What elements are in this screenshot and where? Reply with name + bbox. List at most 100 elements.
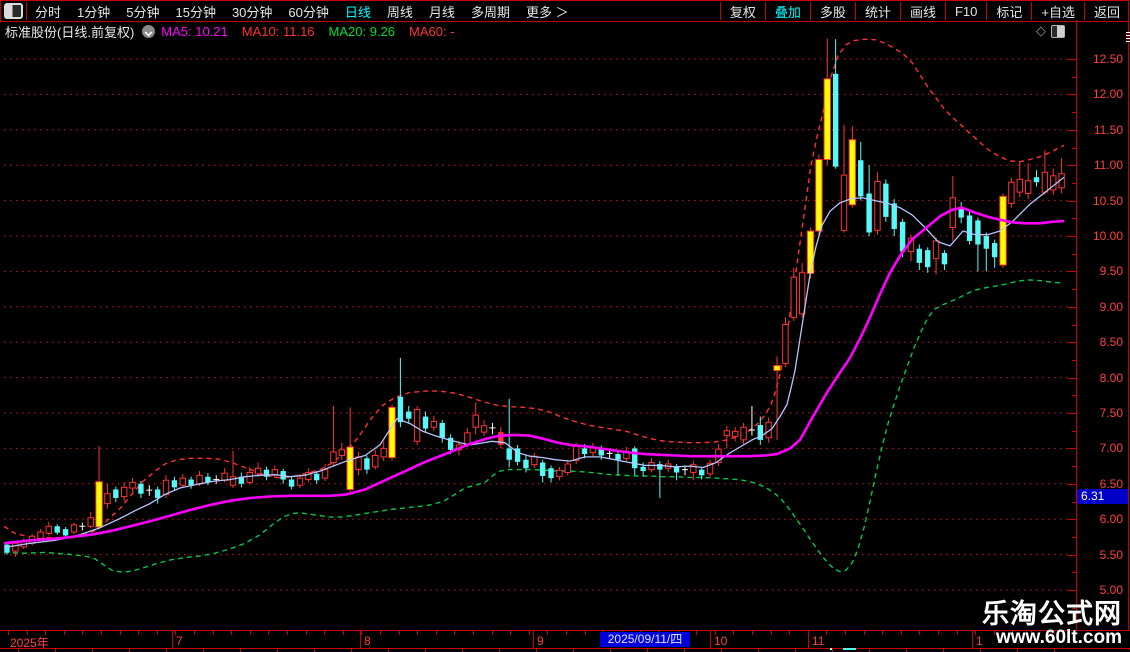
price-chart[interactable] — [0, 36, 1076, 630]
week-tick — [492, 631, 493, 635]
candle-up — [380, 447, 387, 458]
y-tick — [1068, 200, 1077, 202]
y-tick — [1068, 342, 1077, 344]
week-tick — [287, 631, 288, 635]
top-toolbar: 分时 1分钟 5分钟 15分钟 30分钟 60分钟 日线 周线 月线 多周期 更多 ＞ 复权 叠加 多股… — [0, 0, 1129, 22]
week-tick — [8, 631, 9, 635]
candle-up — [472, 414, 479, 428]
y-tick — [1068, 59, 1077, 60]
week-tick — [343, 631, 344, 635]
y-minor-tick — [1072, 536, 1077, 538]
period-tab-1分钟[interactable]: 1分钟 — [69, 5, 118, 20]
y-minor-tick — [1072, 112, 1077, 114]
period-tab-多周期[interactable]: 多周期 — [463, 5, 518, 20]
week-tick — [454, 631, 455, 635]
week-tick — [808, 631, 809, 635]
week-tick — [529, 631, 530, 635]
period-tab-月线[interactable]: 月线 — [421, 5, 463, 20]
tool-button-多股[interactable]: 多股 — [811, 2, 855, 21]
candle-down — [364, 458, 370, 470]
candle-down — [397, 396, 404, 423]
week-tick — [120, 631, 121, 635]
x-month-label: 9 — [537, 634, 544, 648]
candle-down — [4, 544, 10, 553]
y-tick-label: 7.00 — [1099, 441, 1123, 456]
y-tick — [1068, 94, 1077, 96]
period-tab-分时[interactable]: 分时 — [27, 5, 69, 20]
watermark-site-name: 乐淘公式网 — [982, 599, 1122, 629]
x-month-label: 10 — [714, 634, 728, 648]
week-tick — [585, 631, 586, 635]
period-tab-周线[interactable]: 周线 — [379, 5, 421, 20]
x-month-label: 8 — [364, 634, 371, 648]
tool-button-标记[interactable]: 标记 — [987, 2, 1031, 21]
candle-down — [640, 466, 646, 472]
candle-up — [296, 477, 304, 486]
tool-button-叠加[interactable]: 叠加 — [766, 2, 810, 21]
candle-down — [941, 252, 948, 265]
week-tick — [882, 631, 883, 635]
candle-up — [556, 469, 563, 478]
week-tick — [789, 631, 790, 635]
candle-down — [138, 483, 144, 494]
candle-up — [37, 531, 44, 539]
y-tick-label: 9.50 — [1099, 264, 1123, 279]
week-tick — [138, 631, 139, 635]
candle-down — [891, 203, 897, 229]
period-tab-15分钟[interactable]: 15分钟 — [167, 5, 223, 20]
week-tick — [938, 631, 939, 635]
panel-layout-icon[interactable] — [4, 3, 23, 19]
candle-down — [62, 529, 69, 536]
price-axis: 12.50 12.00 11.50 11.00 10.50 10.00 9.50 9.00 8.… — [1068, 0, 1128, 650]
candle-up — [1008, 181, 1015, 204]
y-tick-label: 10.00 — [1092, 229, 1123, 243]
candle-highlight — [848, 139, 857, 206]
week-tick — [771, 631, 772, 635]
week-tick — [510, 631, 511, 635]
period-tab-5分钟[interactable]: 5分钟 — [118, 5, 167, 20]
month-gridline — [172, 631, 173, 648]
candle-down — [983, 236, 989, 249]
candle-down — [523, 459, 529, 469]
candle-down — [113, 489, 119, 498]
candle-up — [949, 197, 957, 229]
y-tick-label: 8.50 — [1099, 335, 1123, 350]
y-minor-tick — [1072, 182, 1077, 184]
candle-highlight — [806, 230, 815, 275]
candle-down — [991, 243, 998, 258]
week-tick — [380, 631, 381, 635]
period-tab-日线[interactable]: 日线 — [337, 5, 379, 20]
week-tick — [473, 631, 474, 635]
week-tick — [45, 631, 46, 635]
week-tick — [157, 631, 158, 635]
tool-button-画线[interactable]: 画线 — [901, 2, 945, 21]
candle-up — [1024, 180, 1032, 195]
candle-down — [615, 454, 621, 460]
candle-up — [221, 472, 228, 481]
y-minor-tick — [1072, 324, 1077, 326]
candle-down — [673, 466, 680, 473]
tool-button-统计[interactable]: 统计 — [856, 2, 900, 21]
candle-up — [70, 524, 78, 533]
candle-up — [338, 449, 346, 456]
x-year-label: 2025年 — [10, 636, 49, 650]
period-tab-60分钟[interactable]: 60分钟 — [280, 5, 336, 20]
candle-down — [171, 480, 178, 488]
week-tick — [194, 631, 195, 635]
candle-up — [12, 542, 19, 552]
period-tab-30分钟[interactable]: 30分钟 — [224, 5, 280, 20]
y-minor-tick — [1072, 289, 1077, 291]
y-tick-label: 11.00 — [1093, 158, 1123, 173]
candle-up — [564, 463, 571, 473]
period-tab-更多 ＞[interactable]: 更多 ＞ — [518, 5, 577, 20]
candle-highlight — [346, 446, 354, 490]
tool-button-F10[interactable]: F10 — [946, 4, 986, 19]
y-tick — [1068, 306, 1077, 308]
candle-down — [632, 448, 638, 469]
y-tick-label: 10.50 — [1092, 193, 1123, 208]
y-minor-tick — [1072, 76, 1077, 78]
candle-down — [581, 448, 588, 455]
tool-button-复权[interactable]: 复权 — [721, 2, 765, 21]
y-tick — [1068, 165, 1077, 167]
candle-down — [699, 469, 705, 476]
